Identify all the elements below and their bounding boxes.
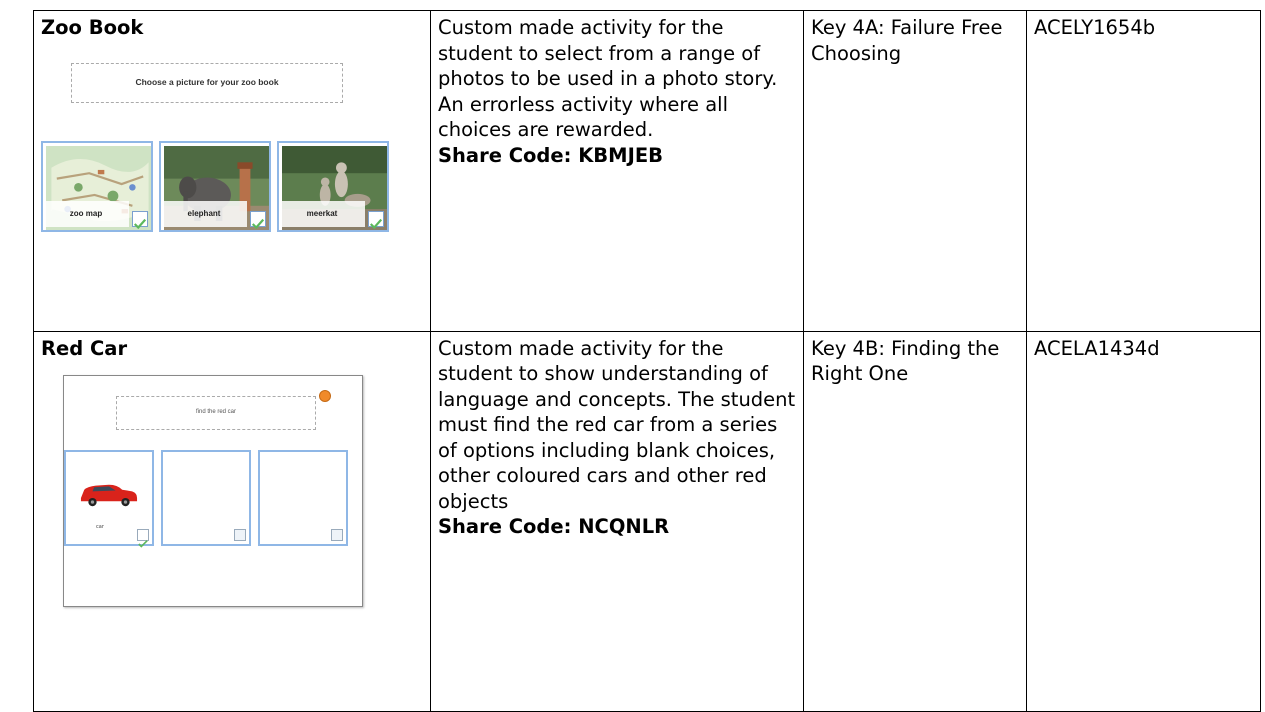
key-cell: Key 4A: Failure Free Choosing <box>803 10 1027 332</box>
red-car-image <box>80 484 138 507</box>
red-car-card: car <box>64 450 154 548</box>
description-cell: Custom made activity for the student to … <box>430 10 804 332</box>
red-car-thumbnail: find the red car car <box>41 361 424 691</box>
description-cell: Custom made activity for the student to … <box>430 330 804 712</box>
table-row: Red Car find the red car car Custom made… <box>33 330 1261 712</box>
checkbox-icon <box>331 529 343 541</box>
curriculum-code: ACELY1654b <box>1034 16 1156 39</box>
checkbox-icon <box>234 529 246 541</box>
key-label: Key 4B: Finding the Right One <box>811 336 1000 386</box>
zoo-map-card: zoo map <box>41 140 153 232</box>
thumbnail-banner: Choose a picture for your zoo book <box>71 62 343 103</box>
check-icon <box>132 210 148 229</box>
thumbnail-banner: find the red car <box>116 396 316 430</box>
curriculum-code-cell: ACELA1434d <box>1026 330 1261 712</box>
activity-preview-frame: find the red car car <box>63 375 363 607</box>
activity-title: Red Car <box>41 336 128 360</box>
meerkat-card: meerkat <box>277 140 389 232</box>
activity-description: Custom made activity for the student to … <box>438 16 778 141</box>
elephant-card: elephant <box>159 140 271 232</box>
activity-cell: Zoo Book Choose a picture for your zoo b… <box>33 10 431 332</box>
card-label: car <box>96 523 104 530</box>
activity-description: Custom made activity for the student to … <box>438 336 796 513</box>
check-icon <box>137 529 149 548</box>
activity-cell: Red Car find the red car car <box>33 330 431 712</box>
audio-dot-icon <box>319 390 331 402</box>
key-cell: Key 4B: Finding the Right One <box>803 330 1027 712</box>
card-label: zoo map <box>43 201 129 227</box>
share-code: Share Code: NCQNLR <box>438 515 670 538</box>
table-row: Zoo Book Choose a picture for your zoo b… <box>33 10 1261 332</box>
blank-choice-card <box>161 450 251 546</box>
activity-title: Zoo Book <box>41 16 144 39</box>
share-code: Share Code: KBMJEB <box>438 143 664 167</box>
card-label: meerkat <box>279 201 365 227</box>
zoo-book-thumbnail: Choose a picture for your zoo book zoo m… <box>41 41 424 331</box>
curriculum-code-cell: ACELY1654b <box>1026 10 1261 332</box>
check-icon <box>250 210 266 229</box>
card-label: elephant <box>161 201 247 227</box>
blank-choice-card <box>258 450 348 546</box>
check-icon <box>368 210 384 229</box>
curriculum-code: ACELA1434d <box>1034 336 1160 360</box>
activity-table: Zoo Book Choose a picture for your zoo b… <box>33 10 1261 712</box>
key-label: Key 4A: Failure Free Choosing <box>811 16 1003 65</box>
